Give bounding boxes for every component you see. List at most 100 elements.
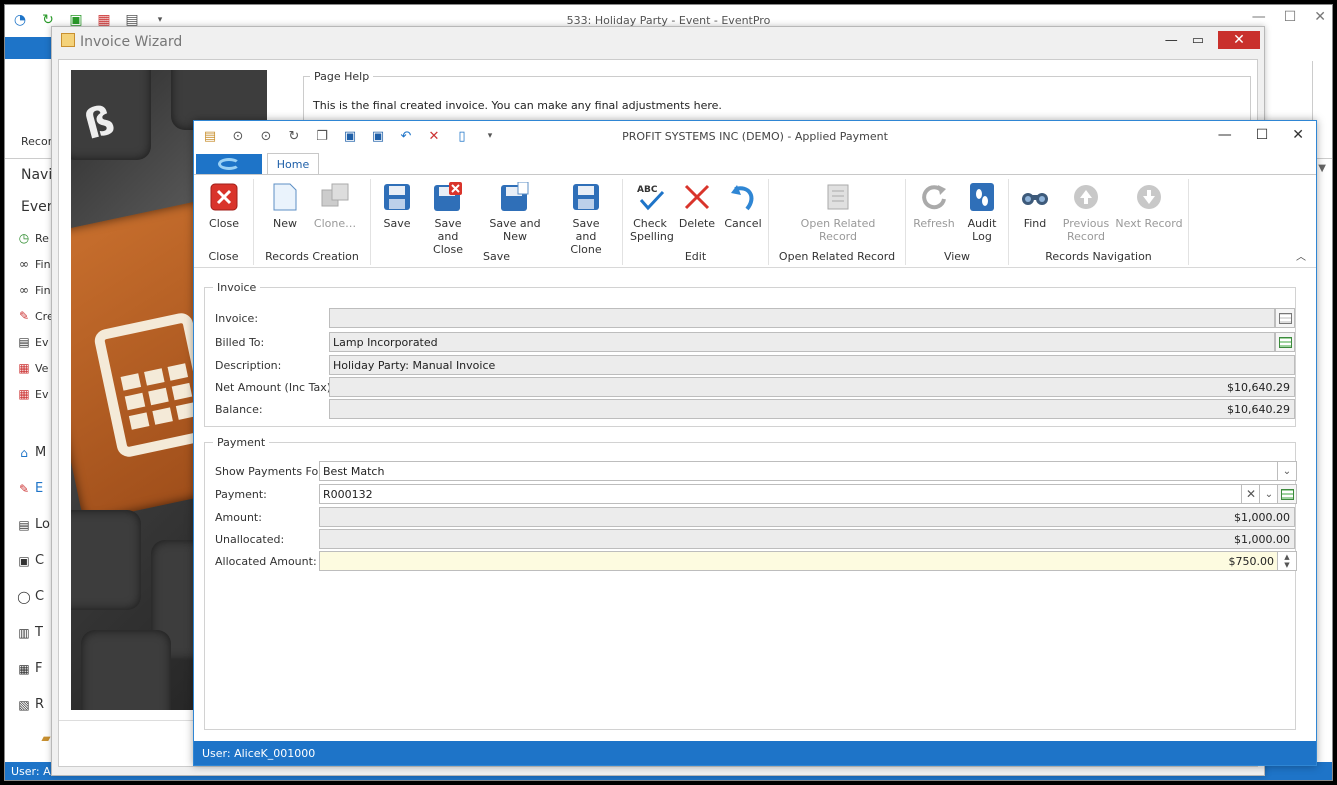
page-help-group: Page Help This is the final created invo… <box>303 70 1251 124</box>
nav-item[interactable]: ◯ C <box>17 589 44 604</box>
nav-item[interactable]: ▦ F <box>17 661 42 676</box>
open-related-record-button[interactable]: Open Related Record <box>783 181 893 243</box>
nav-item[interactable]: ▧ R <box>17 697 44 712</box>
maximize-icon[interactable]: ☐ <box>1284 9 1297 25</box>
close-icon[interactable]: ✕ <box>1218 31 1260 49</box>
minimize-icon[interactable]: — <box>1252 9 1266 25</box>
show-payments-for-dropdown[interactable]: ⌄ <box>1277 461 1297 481</box>
page-help-legend: Page Help <box>310 70 374 83</box>
grid-lookup-icon <box>1278 336 1292 348</box>
close-icon[interactable]: ✕ <box>1314 9 1326 25</box>
billed-to-field[interactable]: Lamp Incorporated <box>329 332 1275 352</box>
previous-record-button[interactable]: Previous Record <box>1061 181 1111 243</box>
grid-lookup-icon <box>1278 312 1292 324</box>
allocated-amount-input[interactable]: $750.00 <box>319 551 1279 571</box>
amount-field[interactable]: $1,000.00 <box>319 507 1295 527</box>
clipboard-icon: ▥ <box>18 625 30 640</box>
spin-up-icon[interactable]: ▲ <box>1284 553 1289 561</box>
save-and-clone-icon <box>570 181 602 213</box>
payment-dropdown[interactable]: ⌄ <box>1259 484 1279 504</box>
clone-button[interactable]: Clone… <box>310 181 360 230</box>
eventpro-logo-icon <box>218 158 240 170</box>
floppy-disk-icon <box>381 181 413 213</box>
nav-item[interactable]: ✎ Cre <box>17 309 54 323</box>
billed-to-lookup-button[interactable] <box>1275 332 1295 352</box>
amount-label: Amount: <box>215 511 262 524</box>
invoice-lookup-button[interactable] <box>1275 308 1295 328</box>
payment-clear-button[interactable]: ✕ <box>1241 484 1261 504</box>
tab-home[interactable]: Home <box>267 153 319 175</box>
ribbon-group-records-navigation: Find Previous Record Next Record Records… <box>1009 179 1189 265</box>
show-payments-for-select[interactable]: Best Match <box>319 461 1279 481</box>
minimize-icon[interactable]: — <box>1165 33 1178 48</box>
minimize-icon[interactable]: — <box>1218 127 1232 143</box>
pin-icon: ✎ <box>18 309 30 323</box>
save-button[interactable]: Save <box>379 181 415 230</box>
keyboard-key <box>81 630 171 710</box>
invoice-section-legend: Invoice <box>213 281 261 294</box>
unallocated-field[interactable]: $1,000.00 <box>319 529 1295 549</box>
refresh-button[interactable]: Refresh <box>912 181 956 230</box>
nav-item[interactable]: ▦ Ve <box>17 361 48 375</box>
collapse-ribbon-icon[interactable]: ︿ <box>1296 248 1306 263</box>
check-spelling-button[interactable]: ABC Check Spelling <box>629 181 674 243</box>
allocated-amount-spinner[interactable]: ▲ ▼ <box>1277 551 1297 571</box>
save-and-new-button[interactable]: Save and New <box>479 181 551 243</box>
nav-item[interactable]: ▦ Ev <box>17 387 48 401</box>
delete-x-icon <box>681 181 713 213</box>
invoice-field[interactable] <box>329 308 1275 328</box>
maximize-icon[interactable]: ▭ <box>1192 33 1204 48</box>
balance-field[interactable]: $10,640.29 <box>329 399 1295 419</box>
ribbon-group-label: Records Creation <box>265 250 359 263</box>
nav-item[interactable]: ∞ Fin <box>17 283 51 297</box>
allocated-amount-row: Allocated Amount: $750.00 ▲ ▼ <box>205 551 1297 571</box>
ribbon: Close Close New Clone… Records Creation … <box>194 174 1316 268</box>
spin-down-icon[interactable]: ▼ <box>1284 561 1289 569</box>
maximize-icon[interactable]: ☐ <box>1256 127 1269 143</box>
new-button[interactable]: New <box>264 181 306 230</box>
wizard-icon <box>61 33 75 47</box>
nav-item[interactable]: ▥ T <box>17 625 43 640</box>
dialog-window-controls: — ☐ ✕ <box>1218 127 1304 143</box>
ribbon-group-close: Close Close <box>194 179 254 265</box>
cancel-button[interactable]: Cancel <box>723 181 763 230</box>
payment-select[interactable]: R000132 <box>319 484 1243 504</box>
ribbon-group-view: Refresh Audit Log View <box>906 179 1009 265</box>
nav-item[interactable]: ∞ Fin <box>17 257 51 271</box>
nav-item[interactable]: ▤ Ev <box>17 335 48 349</box>
app-menu-tab[interactable] <box>196 154 262 174</box>
nav-item[interactable]: ▤ Lo <box>17 517 50 532</box>
nav-item[interactable]: ⌂ M <box>17 445 46 460</box>
home-icon: ⌂ <box>20 445 28 460</box>
calendar-icon: ▦ <box>18 387 30 401</box>
description-field[interactable]: Holiday Party: Manual Invoice <box>329 355 1295 375</box>
invoice-label: Invoice: <box>215 312 259 325</box>
payment-lookup-button[interactable] <box>1277 484 1297 504</box>
description-label: Description: <box>215 359 282 372</box>
net-amount-field[interactable]: $10,640.29 <box>329 377 1295 397</box>
show-payments-for-row: Show Payments For: Best Match ⌄ <box>205 461 1297 481</box>
ribbon-group-save: Save Save and Close Save and New Save an… <box>371 179 623 265</box>
next-record-button[interactable]: Next Record <box>1115 181 1183 230</box>
page-help-text: This is the final created invoice. You c… <box>313 99 722 112</box>
nav-item[interactable]: ✎ E <box>17 481 43 496</box>
chevron-down-icon: ⌄ <box>1264 488 1274 500</box>
chevron-down-icon: ⌄ <box>1282 465 1292 477</box>
delete-button[interactable]: Delete <box>677 181 717 230</box>
save-and-close-icon <box>432 181 464 213</box>
main-app-tab[interactable] <box>5 37 53 59</box>
audit-log-button[interactable]: Audit Log <box>962 181 1002 243</box>
nav-item[interactable]: ▣ C <box>17 553 44 568</box>
calendar-icon: ▦ <box>18 361 30 375</box>
chevron-down-icon[interactable]: ▼ <box>1318 163 1326 174</box>
save-and-close-button[interactable]: Save and Close <box>421 181 475 256</box>
nav-item[interactable]: ◷ Re <box>17 231 49 245</box>
unallocated-row: Unallocated: $1,000.00 <box>205 529 1295 549</box>
save-and-clone-button[interactable]: Save and Clone <box>559 181 613 256</box>
payment-row: Payment: R000132 ✕ ⌄ <box>205 484 1297 504</box>
refresh-icon <box>918 181 950 213</box>
billed-to-label: Billed To: <box>215 336 265 349</box>
close-icon[interactable]: ✕ <box>1292 127 1304 143</box>
find-button[interactable]: Find <box>1015 181 1055 230</box>
close-button[interactable]: Close <box>202 181 246 230</box>
